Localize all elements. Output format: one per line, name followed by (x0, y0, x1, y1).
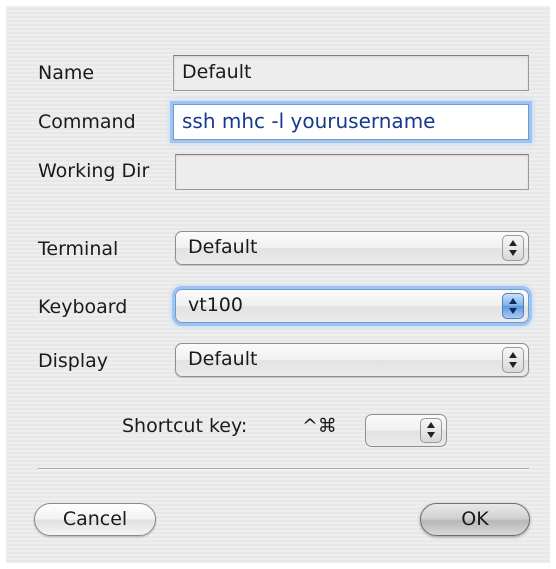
updown-arrows-icon (502, 235, 524, 261)
display-popup[interactable]: Default (175, 343, 529, 377)
name-field[interactable]: Default (173, 55, 529, 91)
terminal-label: Terminal (38, 238, 119, 260)
working-dir-label: Working Dir (38, 160, 150, 182)
updown-arrows-icon (420, 418, 442, 443)
updown-arrows-icon (502, 293, 524, 319)
shortcut-key-label: Shortcut key: (122, 415, 248, 437)
cancel-button[interactable]: Cancel (34, 503, 156, 536)
ok-button[interactable]: OK (420, 503, 530, 536)
command-field[interactable]: ssh mhc -l yourusername (173, 104, 529, 140)
keyboard-label: Keyboard (38, 296, 128, 318)
session-settings-dialog: Name Default Command ssh mhc -l youruser… (6, 6, 550, 563)
display-popup-value: Default (188, 348, 258, 370)
shortcut-key-popup[interactable] (365, 414, 447, 447)
updown-arrows-icon (502, 347, 524, 373)
keyboard-popup-value: vt100 (188, 294, 243, 316)
command-label: Command (38, 111, 136, 133)
name-label: Name (38, 62, 95, 84)
terminal-popup-value: Default (188, 236, 258, 258)
keyboard-popup[interactable]: vt100 (175, 289, 529, 323)
display-label: Display (38, 350, 109, 372)
shortcut-modifiers: ^⌘ (302, 415, 337, 437)
terminal-popup[interactable]: Default (175, 231, 529, 265)
working-dir-field[interactable] (175, 154, 529, 190)
divider (38, 468, 529, 470)
